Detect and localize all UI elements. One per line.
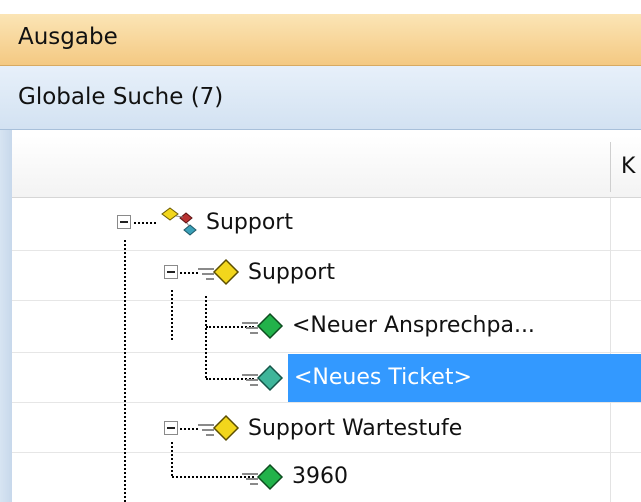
column-header-2[interactable]: K bbox=[621, 154, 635, 179]
tree-node-label: <Neuer Ansprechpa... bbox=[292, 313, 535, 338]
column-divider bbox=[610, 198, 611, 502]
row-separator bbox=[12, 352, 641, 353]
global-search-title: Globale Suche (7) bbox=[18, 84, 224, 110]
selection-highlight[interactable]: <Neues Ticket> bbox=[288, 354, 641, 402]
tree-node-label: Support bbox=[248, 260, 335, 285]
tree-connector bbox=[134, 222, 156, 224]
green-diamond-icon bbox=[242, 463, 284, 491]
row-separator bbox=[12, 452, 641, 453]
row-separator bbox=[12, 300, 641, 301]
collapse-toggle[interactable] bbox=[164, 265, 178, 279]
tree-node-label: 3960 bbox=[292, 464, 348, 489]
tree-node-label: <Neues Ticket> bbox=[294, 365, 472, 390]
tree-connector bbox=[171, 442, 173, 476]
global-search-header[interactable]: Globale Suche (7) bbox=[0, 66, 641, 130]
collapse-toggle[interactable] bbox=[117, 215, 131, 229]
project-icon bbox=[161, 207, 197, 236]
row-separator bbox=[12, 250, 641, 251]
row-separator bbox=[12, 402, 641, 403]
tree-node-label: Support Wartestufe bbox=[248, 416, 463, 441]
teal-diamond-icon bbox=[242, 364, 284, 392]
folder-diamond-icon bbox=[198, 258, 240, 286]
folder-diamond-icon bbox=[198, 414, 240, 442]
tree-node-label: Support bbox=[206, 210, 293, 235]
output-panel-header[interactable]: Ausgabe bbox=[0, 14, 641, 66]
panel-left-frame bbox=[0, 130, 12, 502]
output-panel-title: Ausgabe bbox=[18, 24, 118, 50]
grid-column-header: K bbox=[12, 136, 641, 198]
tree-connector bbox=[124, 240, 126, 502]
tree-connector bbox=[171, 290, 173, 340]
window-top-edge bbox=[0, 0, 641, 14]
tree-connector bbox=[205, 296, 207, 378]
collapse-toggle[interactable] bbox=[164, 421, 178, 435]
green-diamond-icon bbox=[242, 312, 284, 340]
column-separator[interactable] bbox=[610, 142, 611, 192]
